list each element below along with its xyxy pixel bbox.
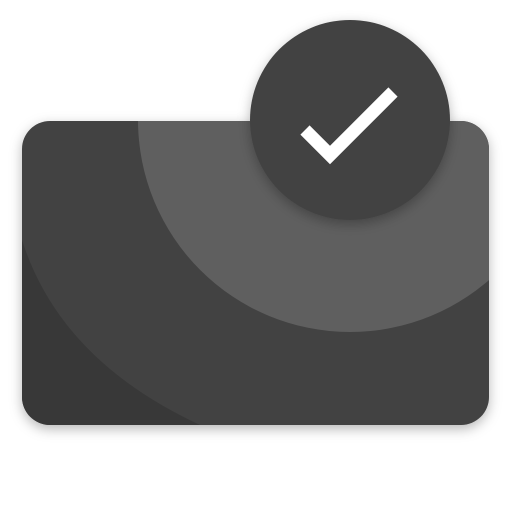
checkmark-badge: [250, 20, 450, 220]
card-check-icon: [22, 20, 489, 425]
app-icon: [0, 0, 512, 512]
